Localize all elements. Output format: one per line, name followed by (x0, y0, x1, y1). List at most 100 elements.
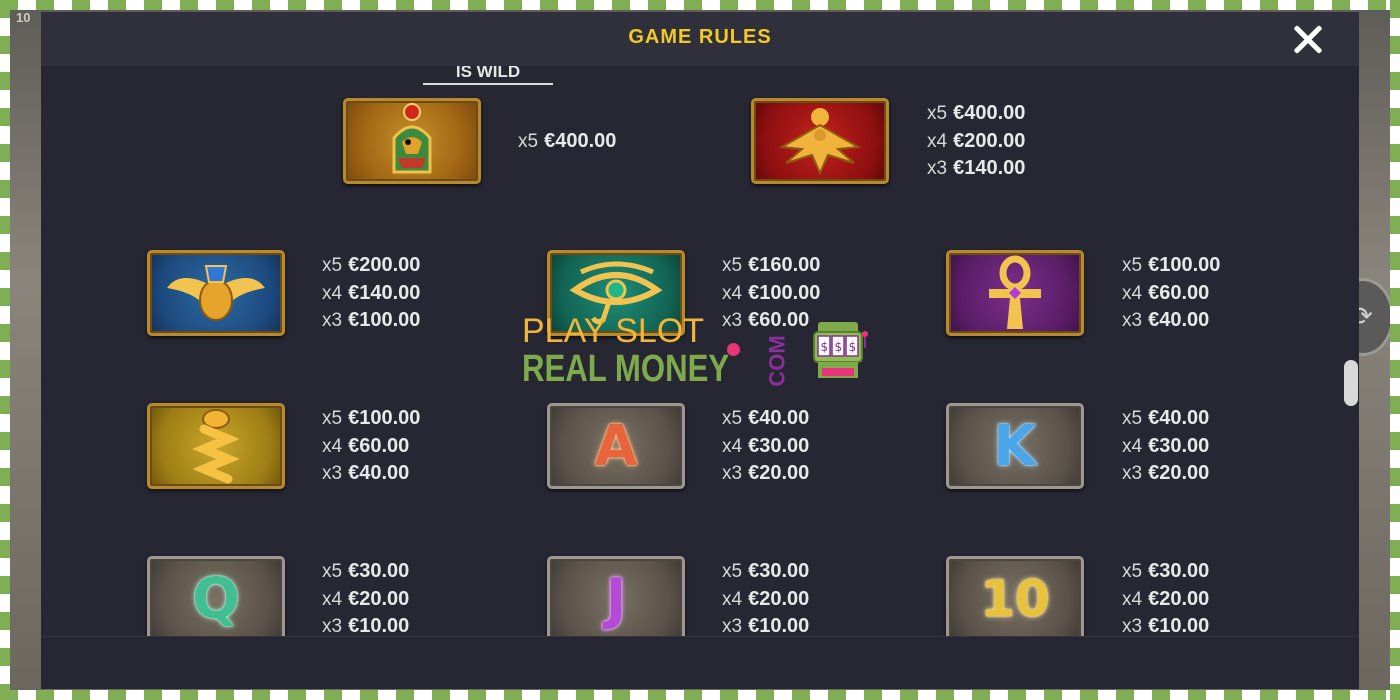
pay-multiplier: x5 (722, 561, 743, 582)
modal-footer (41, 636, 1359, 689)
pay-multiplier: x3 (927, 158, 948, 179)
pay-value: €30.00 (1148, 560, 1210, 582)
pay-value: €100.00 (1148, 254, 1221, 276)
pay-row: x5 €40.00 (1122, 405, 1209, 433)
pay-multiplier: x4 (322, 588, 343, 610)
pay-value: €20.00 (1148, 587, 1210, 610)
pay-multiplier: x5 (322, 408, 343, 429)
pay-row: x3 €10.00 (322, 613, 409, 636)
pay-value: €30.00 (348, 560, 410, 582)
pay-value: €40.00 (1148, 309, 1210, 331)
pay-value: €20.00 (748, 587, 810, 610)
letter-glyph: A (594, 413, 638, 479)
pay-multiplier: x5 (1122, 255, 1143, 276)
letter-glyph: Q (192, 566, 240, 632)
svg-text:$: $ (821, 340, 829, 354)
pay-multiplier: x5 (722, 408, 743, 429)
pay-row: x4 €20.00 (322, 586, 409, 614)
pay-value: €140.00 (348, 281, 421, 304)
pay-value: €140.00 (953, 157, 1026, 179)
horus-head-icon (343, 98, 481, 184)
frame-border-bottom (0, 690, 1400, 700)
pay-row: x4 €100.00 (722, 280, 820, 308)
pay-value: €200.00 (953, 129, 1026, 152)
pay-row: x5 €40.00 (722, 405, 809, 433)
pay-multiplier: x4 (722, 435, 743, 457)
pay-row: x5 €400.00 (518, 128, 616, 156)
slot-machine-icon: $ $ $ (812, 318, 870, 384)
pay-multiplier: x5 (927, 103, 948, 124)
pay-value: €30.00 (1148, 434, 1210, 457)
pay-multiplier: x4 (1122, 588, 1143, 610)
pay-multiplier: x4 (722, 588, 743, 610)
pay-multiplier: x3 (322, 463, 343, 484)
scarab-icon (147, 250, 285, 336)
pay-row: x3 €10.00 (1122, 613, 1209, 636)
paytable-q: x5 €30.00 x4 €20.00 x3 €10.00 (322, 558, 409, 636)
scrollbar-thumb[interactable] (1344, 360, 1358, 406)
golden-falcon-icon (751, 98, 889, 184)
pay-row: x3 €10.00 (722, 613, 809, 636)
pay-row: x4 €30.00 (722, 433, 809, 461)
svg-text:$: $ (849, 340, 857, 354)
pay-row: x4 €60.00 (322, 433, 420, 461)
pay-value: €40.00 (348, 462, 410, 484)
pay-multiplier: x4 (322, 282, 343, 304)
frame-border-right (1390, 0, 1400, 700)
pay-row: x5 €30.00 (722, 558, 809, 586)
djed-pillar-icon (147, 403, 285, 489)
pay-multiplier: x4 (1122, 282, 1143, 304)
background-corner-label: 10 (16, 10, 31, 25)
watermark-line2: REAL MONEY (522, 348, 730, 390)
pay-row: x4 €200.00 (927, 128, 1025, 156)
paytable-ankh: x5 €100.00 x4 €60.00 x3 €40.00 (1122, 252, 1220, 335)
pay-value: €100.00 (348, 309, 421, 331)
paytable-falcon: x5 €400.00 x4 €200.00 x3 €140.00 (927, 100, 1025, 183)
modal-title: GAME RULES (628, 26, 772, 48)
pay-row: x3 €60.00 (722, 307, 820, 335)
paytable-j: x5 €30.00 x4 €20.00 x3 €10.00 (722, 558, 809, 636)
watermark-line1: PLAY SLOT (522, 312, 705, 350)
letter-glyph: K (993, 413, 1037, 479)
letter-glyph: J (605, 566, 627, 632)
svg-text:$: $ (835, 340, 843, 354)
pay-row: x5 €160.00 (722, 252, 820, 280)
modal-header: GAME RULES (41, 12, 1359, 66)
wild-description: IS WILD (423, 66, 553, 85)
letter-q-icon: Q (147, 556, 285, 636)
pay-value: €10.00 (748, 615, 810, 636)
pay-multiplier: x5 (322, 561, 343, 582)
paytable-10: x5 €30.00 x4 €20.00 x3 €10.00 (1122, 558, 1209, 636)
letter-k-icon: K (946, 403, 1084, 489)
pay-multiplier: x5 (322, 255, 343, 276)
pay-multiplier: x3 (1122, 616, 1143, 636)
pay-value: €400.00 (953, 102, 1026, 124)
number-10-icon: 10 (946, 556, 1084, 636)
paytable-horus: x5 €400.00 (518, 128, 616, 156)
watermark-dot (727, 343, 740, 356)
pay-row: x4 €20.00 (722, 586, 809, 614)
pay-row: x3 €40.00 (1122, 307, 1220, 335)
pay-row: x4 €20.00 (1122, 586, 1209, 614)
pay-value: €60.00 (748, 309, 810, 331)
pay-value: €10.00 (1148, 615, 1210, 636)
pay-multiplier: x4 (322, 435, 343, 457)
pay-value: €200.00 (348, 254, 421, 276)
pay-row: x3 €20.00 (1122, 460, 1209, 488)
pay-row: x5 €100.00 (322, 405, 420, 433)
pay-value: €30.00 (748, 560, 810, 582)
pay-multiplier: x3 (322, 616, 343, 636)
paytable-scarab: x5 €200.00 x4 €140.00 x3 €100.00 (322, 252, 420, 335)
pay-value: €20.00 (748, 462, 810, 484)
pay-multiplier: x5 (1122, 408, 1143, 429)
pay-multiplier: x3 (722, 463, 743, 484)
pay-row: x4 €140.00 (322, 280, 420, 308)
pay-value: €30.00 (748, 434, 810, 457)
frame-border-top (0, 0, 1400, 10)
pay-value: €40.00 (1148, 407, 1210, 429)
pay-row: x3 €100.00 (322, 307, 420, 335)
close-button[interactable] (1287, 20, 1329, 58)
pay-multiplier: x3 (322, 310, 343, 331)
pay-multiplier: x3 (722, 310, 743, 331)
pay-row: x3 €40.00 (322, 460, 420, 488)
